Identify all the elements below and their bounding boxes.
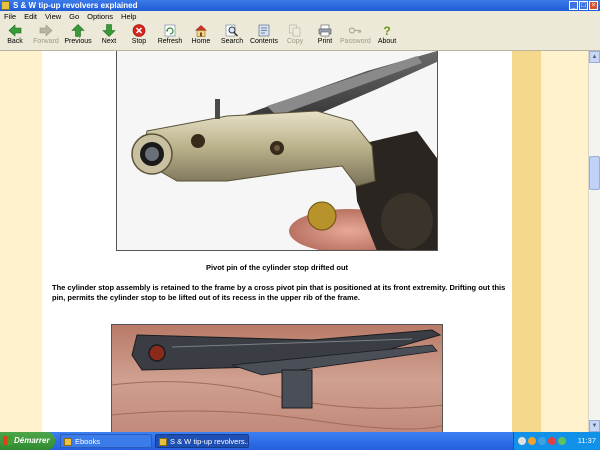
vertical-scrollbar[interactable]: ▲ ▼ [588, 51, 600, 432]
start-label: Démarrer [14, 436, 50, 445]
search-button[interactable]: Search [220, 24, 244, 50]
taskbar: Démarrer Ebooks S & W tip-up revolvers..… [0, 432, 600, 450]
task-label: Ebooks [75, 437, 101, 446]
question-mark-icon: ? [383, 24, 390, 37]
contents-button[interactable]: Contents [249, 24, 279, 50]
home-icon [195, 25, 207, 37]
scroll-thumb[interactable] [589, 156, 600, 190]
password-button[interactable]: Password [340, 24, 371, 50]
menu-view[interactable]: View [41, 11, 65, 23]
photo-caption: Pivot pin of the cylinder stop drifted o… [205, 263, 349, 272]
refresh-icon [164, 24, 176, 37]
menu-bar: File Edit View Go Options Help [0, 11, 600, 23]
taskbar-item-ebooks[interactable]: Ebooks [60, 434, 152, 448]
cylinder-stop-photo [116, 51, 438, 251]
folder-icon [64, 438, 72, 446]
up-arrow-icon [71, 24, 85, 37]
back-button[interactable]: Back [4, 24, 26, 50]
right-gutter [541, 51, 588, 432]
window-title: S & W tip-up revolvers explained [13, 1, 138, 10]
copy-button[interactable]: Copy [284, 24, 306, 50]
forward-button[interactable]: Forward [32, 24, 60, 50]
tray-security-icon[interactable] [548, 437, 556, 445]
about-button[interactable]: ? About [376, 24, 398, 50]
left-gutter [0, 51, 42, 432]
copy-icon [289, 24, 301, 37]
toolbar: Back Forward Previous Next Stop Refresh … [0, 23, 600, 51]
document-view[interactable]: Pivot pin of the cylinder stop drifted o… [0, 51, 588, 432]
forward-arrow-icon [39, 24, 53, 37]
body-paragraph: The cylinder stop assembly is retained t… [52, 283, 506, 302]
menu-help[interactable]: Help [117, 11, 140, 23]
home-button[interactable]: Home [190, 24, 212, 50]
menu-edit[interactable]: Edit [20, 11, 41, 23]
task-label: S & W tip-up revolvers... [170, 437, 249, 446]
windows-flag-icon [3, 436, 12, 445]
minimize-button[interactable]: _ [569, 1, 578, 10]
down-arrow-icon [102, 24, 116, 37]
back-arrow-icon [8, 24, 22, 37]
ebook-icon [159, 438, 167, 446]
svg-text:?: ? [383, 24, 390, 37]
tray-network-icon[interactable] [528, 437, 536, 445]
book-icon [258, 24, 270, 37]
stop-button[interactable]: Stop [128, 24, 150, 50]
menu-options[interactable]: Options [83, 11, 117, 23]
refresh-button[interactable]: Refresh [157, 24, 183, 50]
print-button[interactable]: Print [314, 24, 336, 50]
tray-arrow-icon[interactable] [518, 437, 526, 445]
scroll-up-button[interactable]: ▲ [589, 51, 600, 63]
tray-globe-icon[interactable] [538, 437, 546, 445]
previous-button[interactable]: Previous [63, 24, 93, 50]
start-button[interactable]: Démarrer [0, 432, 55, 450]
menu-file[interactable]: File [0, 11, 20, 23]
close-button[interactable]: × [589, 1, 598, 10]
search-icon [225, 24, 239, 37]
cylinder-stop-part-photo [111, 324, 443, 432]
right-band [512, 51, 541, 432]
system-tray: 11:37 [513, 432, 600, 450]
taskbar-item-ebook-reader[interactable]: S & W tip-up revolvers... [155, 434, 249, 448]
app-icon [1, 1, 10, 10]
title-bar: S & W tip-up revolvers explained _ □ × [0, 0, 600, 11]
menu-go[interactable]: Go [65, 11, 83, 23]
printer-icon [318, 24, 332, 37]
next-button[interactable]: Next [98, 24, 120, 50]
scroll-down-button[interactable]: ▼ [589, 420, 600, 432]
maximize-button[interactable]: □ [579, 1, 588, 10]
key-icon [348, 27, 362, 34]
tray-volume-icon[interactable] [558, 437, 566, 445]
stop-icon [132, 24, 146, 37]
clock: 11:37 [577, 436, 596, 445]
